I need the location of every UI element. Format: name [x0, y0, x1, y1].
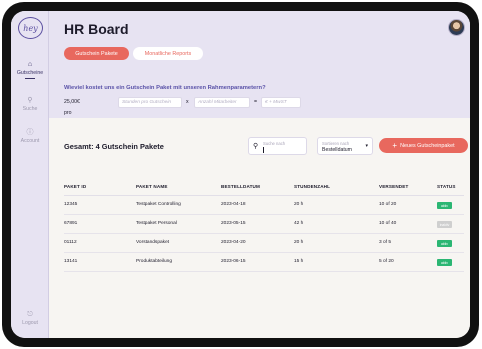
package-id: 12345 [64, 202, 78, 207]
sent-count: 3 of 5 [379, 240, 392, 245]
hours: 20 h [294, 202, 304, 207]
sidebar-item-label: Logout [22, 320, 38, 326]
add-package-button[interactable]: + Neues Gutscheinpaket [379, 138, 468, 153]
sidebar-item-gutscheine[interactable]: ⌂ Gutscheine [11, 61, 49, 79]
hours: 15 h [294, 259, 304, 264]
chevron-down-icon: ▾ [365, 143, 368, 149]
result-field[interactable]: € + MwST [261, 97, 301, 108]
order-date: 2023-04-18 [221, 202, 246, 207]
package-name: Testpaket Controlling [136, 202, 181, 207]
sidebar-item-label: Suche [22, 106, 38, 112]
text-cursor [263, 147, 264, 153]
package-name: Testpaket Personal [136, 221, 177, 226]
hours-input[interactable]: Stunden pro Gutschein [118, 97, 182, 108]
table-row[interactable]: 01112 Vorstandspaket 2023-04-20 20 h 3 o… [64, 234, 464, 253]
hours: 42 h [294, 221, 304, 226]
order-date: 2023-06-15 [221, 259, 246, 264]
add-package-label: Neues Gutscheinpaket [400, 142, 455, 149]
search-icon: ⚲ [27, 97, 33, 104]
table-row[interactable]: 12345 Testpaket Controlling 2023-04-18 2… [64, 196, 464, 215]
table-header: PAKET ID PAKET NAME BESTELLDATUM STUNDEN… [64, 179, 464, 196]
sent-count: 10 of 40 [379, 221, 397, 226]
packages-panel: Gesamt: 4 Gutschein Pakete ⚲ Suche nach … [49, 118, 470, 338]
page-header: HR Board Gutschein Pakete Monatliche Rep… [49, 11, 470, 138]
package-name: Produktabteilung [136, 259, 173, 264]
status-badge: aktiv [437, 202, 452, 209]
column-header[interactable]: PAKET NAME [136, 179, 168, 194]
sort-label: Sortieren nach [322, 141, 350, 146]
logout-icon: ⎋ [27, 311, 33, 318]
equals-sign: = [254, 99, 258, 105]
table-row[interactable]: 67891 Testpaket Personal 2023-05-15 42 h… [64, 215, 464, 234]
sidebar-item-label: Gutscheine [16, 70, 44, 76]
tab-monatliche-reports[interactable]: Monatliche Reports [133, 47, 203, 60]
sort-select[interactable]: Sortieren nach Bestelldatum ▾ [317, 137, 373, 155]
sidebar-item-logout[interactable]: ⎋ Logout [11, 311, 49, 326]
home-icon: ⌂ [27, 61, 33, 68]
sort-value: Bestelldatum [322, 147, 352, 153]
account-icon: ⓘ [26, 129, 34, 136]
column-header[interactable]: STATUS [437, 179, 456, 194]
plus-icon: + [392, 140, 398, 150]
search-label: Suche nach [263, 141, 286, 146]
device-frame: hey ⌂ Gutscheine ⚲ Suche ⓘ Account ⎋ Log… [2, 2, 479, 347]
sidebar: hey ⌂ Gutscheine ⚲ Suche ⓘ Account ⎋ Log… [11, 11, 49, 338]
sidebar-item-label: Account [20, 138, 40, 144]
app-screen: hey ⌂ Gutscheine ⚲ Suche ⓘ Account ⎋ Log… [11, 11, 470, 338]
search-input[interactable]: ⚲ Suche nach [248, 137, 307, 155]
active-indicator [25, 78, 35, 79]
status-badge: aktiv [437, 240, 452, 247]
sent-count: 5 of 20 [379, 259, 394, 264]
package-id: 01112 [64, 240, 77, 245]
order-date: 2023-05-15 [221, 221, 246, 226]
status-badge: aktiv [437, 259, 452, 266]
page-title: HR Board [64, 21, 129, 37]
search-icon: ⚲ [253, 143, 259, 150]
column-header[interactable]: BESTELLDATUM [221, 179, 260, 194]
packages-count-title: Gesamt: 4 Gutschein Pakete [64, 142, 164, 151]
multiply-sign: x [186, 99, 189, 105]
packages-table: PAKET ID PAKET NAME BESTELLDATUM STUNDEN… [64, 179, 464, 272]
column-header[interactable]: VERSENDET [379, 179, 408, 194]
employees-input[interactable]: Anzahl Mitarbeiter [194, 97, 250, 108]
sidebar-item-suche[interactable]: ⚲ Suche [11, 97, 49, 112]
package-id: 13141 [64, 259, 78, 264]
sent-count: 10 of 20 [379, 202, 397, 207]
column-header[interactable]: STUNDENZAHL [294, 179, 330, 194]
package-name: Vorstandspaket [136, 240, 170, 245]
hours: 20 h [294, 240, 304, 245]
package-id: 67891 [64, 221, 78, 226]
order-date: 2023-04-20 [221, 240, 246, 245]
sidebar-item-account[interactable]: ⓘ Account [11, 129, 49, 144]
brand-logo[interactable]: hey [18, 17, 43, 39]
table-row[interactable]: 13141 Produktabteilung 2023-06-15 15 h 5… [64, 253, 464, 272]
user-avatar[interactable] [448, 19, 465, 36]
tab-gutschein-pakete[interactable]: Gutschein Pakete [64, 47, 129, 60]
column-header[interactable]: PAKET ID [64, 179, 86, 194]
status-badge: inaktiv [437, 221, 452, 228]
calculator-question: Wieviel kostet uns ein Gutschein Paket m… [64, 85, 266, 91]
